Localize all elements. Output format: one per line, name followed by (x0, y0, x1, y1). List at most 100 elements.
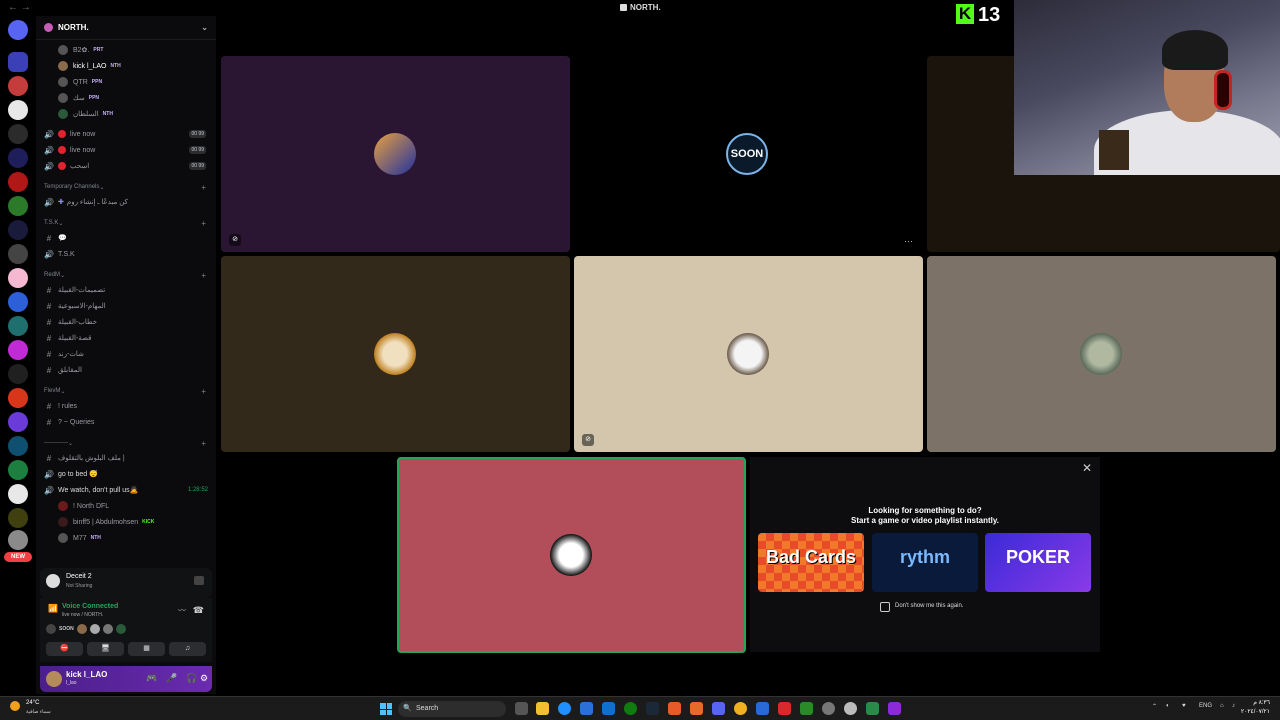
video-tile[interactable]: SOON ··· (574, 56, 923, 252)
microphone-icon[interactable]: 🎤 (166, 673, 177, 684)
screen-share-icon[interactable] (194, 576, 204, 585)
more-options-icon[interactable]: ··· (904, 236, 913, 246)
activity-card-poker[interactable]: POKER (985, 533, 1091, 592)
voice-channel[interactable]: 🔊 اسحب 00 99 (36, 158, 216, 174)
disconnect-icon[interactable]: ☎ (193, 605, 204, 616)
voice-channel[interactable]: 🔊 live now 00 99 (36, 142, 216, 158)
server-icon-2[interactable] (8, 100, 28, 120)
discord-icon[interactable] (712, 702, 725, 715)
plus-icon[interactable]: + (201, 271, 206, 280)
server-icon-12[interactable] (8, 340, 28, 360)
voice-user[interactable]: B2✿. PRT (36, 42, 216, 58)
task-view-icon[interactable] (515, 702, 528, 715)
video-tile[interactable] (927, 256, 1276, 452)
plus-icon[interactable]: + (201, 183, 206, 192)
server-icon-9[interactable] (8, 268, 28, 288)
weather-condition[interactable]: سماء صافية (26, 709, 51, 715)
settings-gear-icon[interactable]: ⚙ (200, 673, 208, 684)
voice-user[interactable]: kick l_LAO NTH (36, 58, 216, 74)
video-tile[interactable]: ⊘ (221, 56, 570, 252)
weather-icon[interactable] (10, 701, 20, 711)
server-icon-17[interactable] (8, 460, 28, 480)
server-icon-10[interactable] (8, 292, 28, 312)
voice-status[interactable]: Voice Connected (62, 603, 118, 610)
network-icon[interactable]: ⌂ (1220, 703, 1224, 709)
voice-channel-active[interactable]: 🔊 We watch, don't pull us🙇 1:28:52 (36, 482, 216, 498)
app-icon-e[interactable] (800, 702, 813, 715)
system-clock[interactable]: ٨:٣٦ م ٢٠٢٤/٠٧/٢١ (1241, 699, 1270, 717)
voice-user[interactable]: السلطان NTH (36, 106, 216, 122)
noise-suppression-icon[interactable]: 〰 (178, 605, 186, 616)
tray-chevron-icon[interactable]: ⌃ (1152, 703, 1157, 710)
activity-card-rythm[interactable]: rythm (872, 533, 978, 592)
app-icon-f[interactable] (822, 702, 835, 715)
voice-channel[interactable]: 🔊 go to bed 😴 (36, 466, 216, 482)
video-tile[interactable]: ⊘ (574, 256, 923, 452)
server-icon-11[interactable] (8, 316, 28, 336)
app-icon-c[interactable] (756, 702, 769, 715)
category-flevm[interactable]: FlevM ⌄ + (36, 384, 216, 398)
app-icon-b[interactable] (734, 702, 747, 715)
category-tsk[interactable]: T.S.K ⌄ + (36, 216, 216, 230)
server-icon-18[interactable] (8, 484, 28, 504)
xbox-icon[interactable] (624, 702, 637, 715)
headphones-icon[interactable]: 🎧 (186, 673, 197, 684)
voice-user[interactable]: binff5 | Abdulmohsen KICK (36, 514, 216, 530)
server-icon-6[interactable] (8, 196, 28, 216)
server-header[interactable]: NORTH. ⌄ (36, 16, 216, 40)
video-tile-speaking[interactable] (397, 457, 746, 653)
edge-icon[interactable] (558, 702, 571, 715)
category-temporary[interactable]: Temporary Channels ⌄ + (36, 180, 216, 194)
avatar[interactable] (76, 624, 87, 634)
store-icon[interactable] (580, 702, 593, 715)
text-channel[interactable]: # المهام-الاسبوعية (36, 298, 216, 314)
gamepad-icon[interactable]: 🎮 (146, 673, 157, 684)
dont-show-checkbox[interactable] (880, 602, 890, 612)
file-explorer-icon[interactable] (536, 702, 549, 715)
tray-icon-1[interactable]: ◐ (1166, 703, 1170, 709)
brave-icon[interactable] (668, 702, 681, 715)
voice-user[interactable]: سك PPN (36, 90, 216, 106)
dm-icon[interactable] (8, 52, 28, 72)
text-channel[interactable]: #? ~ Queries (36, 414, 216, 430)
text-channel[interactable]: # 💬 (36, 230, 216, 246)
server-icon-13[interactable] (8, 364, 28, 384)
weather-temp[interactable]: 24°C (26, 700, 39, 706)
text-channel[interactable]: # ملف البلوش بالتقلوف | (36, 450, 216, 466)
text-channel[interactable]: # قصة-القبيلة (36, 330, 216, 346)
text-channel[interactable]: #! rules (36, 398, 216, 414)
avatar[interactable] (89, 624, 100, 634)
mail-icon[interactable] (602, 702, 615, 715)
plus-icon[interactable]: + (201, 387, 206, 396)
server-icon-7[interactable] (8, 220, 28, 240)
text-channel[interactable]: # شات-رند (36, 346, 216, 362)
voice-channel[interactable]: 🔊 live now 00 99 (36, 126, 216, 142)
avatar[interactable] (46, 671, 62, 687)
voice-user[interactable]: M77 NTH (36, 530, 216, 546)
server-icon-15[interactable] (8, 412, 28, 432)
category-misc[interactable]: ------------ ⌄ + (36, 436, 216, 450)
activities-icon[interactable]: ▦ (128, 642, 165, 656)
screen-share-button[interactable]: 🖥 (87, 642, 124, 656)
activity-card-bad-cards[interactable]: Bad Cards (758, 533, 864, 592)
avatar[interactable] (102, 624, 113, 634)
username[interactable]: kick l_LAO (66, 670, 107, 679)
text-channel[interactable]: # خطاب-القبيلة (36, 314, 216, 330)
close-icon[interactable]: ✕ (1082, 461, 1092, 475)
avatar[interactable] (46, 624, 56, 634)
back-arrow-icon[interactable]: ← → (8, 2, 31, 13)
plus-icon[interactable]: + (201, 439, 206, 448)
voice-user[interactable]: ! North DFL (36, 498, 216, 514)
voice-user[interactable]: QTR PPN (36, 74, 216, 90)
steam-icon[interactable] (646, 702, 659, 715)
tray-icon-2[interactable]: ♥ (1182, 703, 1186, 709)
windows-start-icon[interactable] (380, 703, 392, 715)
plus-icon[interactable]: + (201, 219, 206, 228)
text-channel[interactable]: # المقابلق (36, 362, 216, 378)
volume-icon[interactable]: ♪ (1232, 703, 1235, 709)
app-icon-d[interactable] (778, 702, 791, 715)
soundboard-icon[interactable]: ♫ (169, 642, 206, 656)
server-icon-16[interactable] (8, 436, 28, 456)
voice-channel[interactable]: 🔊 ✚ كن مبدعًا ـ إنشاء روم (36, 194, 216, 210)
taskbar-search[interactable]: Search (398, 701, 506, 717)
